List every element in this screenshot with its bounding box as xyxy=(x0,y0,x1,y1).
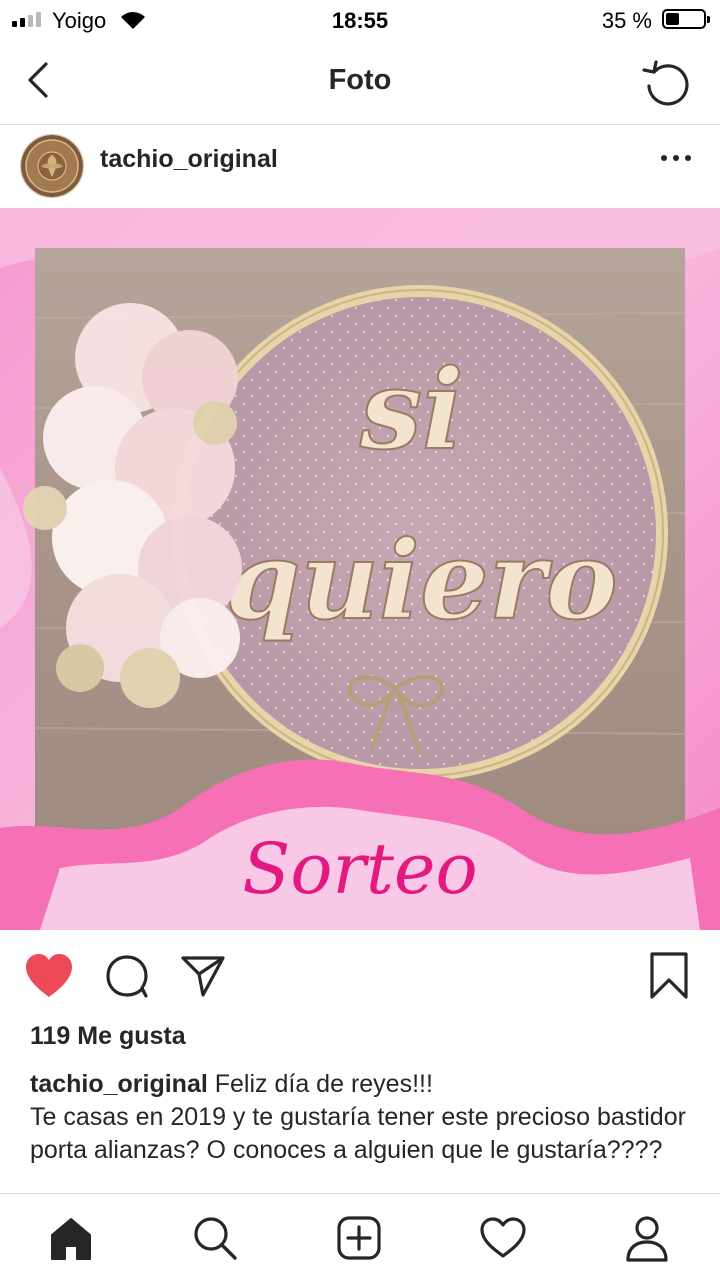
home-icon xyxy=(51,1218,91,1260)
save-button[interactable] xyxy=(648,951,690,1006)
image-text-si: si xyxy=(359,345,464,474)
post-photo: si quiero Sorteo xyxy=(0,208,720,930)
more-options-icon xyxy=(661,155,691,161)
bookmark-icon xyxy=(650,952,688,999)
tab-profile[interactable] xyxy=(621,1212,673,1264)
post-image[interactable]: si quiero Sorteo xyxy=(0,208,720,930)
post-header: tachio_original xyxy=(0,125,720,207)
post-username[interactable]: tachio_original xyxy=(100,145,278,174)
add-post-icon xyxy=(337,1216,381,1260)
heart-filled-icon xyxy=(26,954,72,997)
comment-icon xyxy=(106,955,148,998)
image-text-sorteo: Sorteo xyxy=(242,828,477,910)
tab-home[interactable] xyxy=(45,1212,97,1264)
tab-bar xyxy=(0,1193,720,1281)
more-options-button[interactable] xyxy=(658,149,694,167)
post-actions xyxy=(0,935,720,1015)
likes-count[interactable]: 119 Me gusta xyxy=(30,1022,186,1051)
refresh-button[interactable] xyxy=(640,56,692,108)
status-bar: Yoigo 18:55 35 % xyxy=(0,0,720,40)
post-caption: tachio_original Feliz día de reyes!!! Te… xyxy=(30,1068,700,1167)
profile-icon xyxy=(626,1216,668,1262)
refresh-icon xyxy=(642,60,689,106)
like-button[interactable] xyxy=(24,953,74,1004)
caption-username[interactable]: tachio_original xyxy=(30,1070,208,1098)
tab-activity[interactable] xyxy=(477,1212,529,1264)
search-icon xyxy=(194,1217,237,1260)
comment-button[interactable] xyxy=(104,953,150,1004)
send-icon xyxy=(181,956,225,997)
brand-logo-avatar xyxy=(21,135,83,197)
tab-new-post[interactable] xyxy=(333,1212,385,1264)
battery-icon xyxy=(662,9,710,29)
navigation-bar: Foto xyxy=(0,40,720,125)
image-text-quiero: quiero xyxy=(225,518,618,644)
activity-heart-icon xyxy=(480,1217,526,1258)
battery-percentage: 35 % xyxy=(601,8,652,33)
avatar[interactable] xyxy=(20,134,84,198)
tab-search[interactable] xyxy=(189,1212,241,1264)
share-button[interactable] xyxy=(180,953,226,1004)
page-title: Foto xyxy=(328,64,392,96)
